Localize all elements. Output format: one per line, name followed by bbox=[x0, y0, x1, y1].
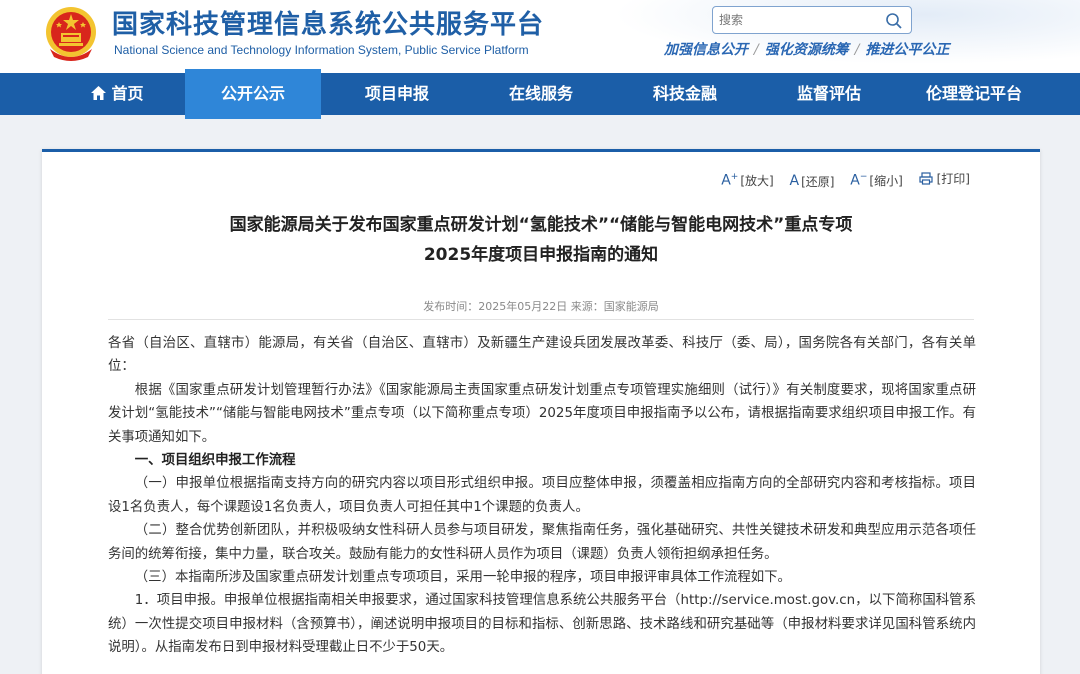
shrink-font-button[interactable]: A− [缩小] bbox=[850, 172, 903, 189]
slogan: 加强信息公开 / 强化资源统筹 / 推进公平公正 bbox=[664, 39, 949, 59]
article-body: 各省（自治区、直辖市）能源局，有关省（自治区、直辖市）及新疆生产建设兵团发展改革… bbox=[108, 332, 976, 660]
nav-item-ethics-registration[interactable]: 伦理登记平台 bbox=[910, 73, 1038, 115]
article-meta: 发布时间：2025年05月22日 来源：国家能源局 bbox=[108, 298, 974, 320]
search-box bbox=[712, 6, 912, 34]
font-enlarge-icon: A+ bbox=[721, 172, 739, 189]
slogan-item: 加强信息公开 bbox=[664, 42, 748, 58]
site-title[interactable]: 国家科技管理信息系统公共服务平台 bbox=[112, 4, 544, 41]
slogan-item: 推进公平公正 bbox=[865, 42, 950, 58]
site-header: 国家科技管理信息系统公共服务平台 National Science and Te… bbox=[0, 0, 1080, 73]
paragraph: （一）申报单位根据指南支持方向的研究内容以项目形式组织申报。项目应整体申报，须覆… bbox=[108, 476, 976, 515]
article-title-line-1: 国家能源局关于发布国家重点研发计划“氢能技术”“储能与智能电网技术”重点专项 bbox=[229, 215, 853, 235]
enlarge-font-button[interactable]: A+ [放大] bbox=[721, 172, 774, 189]
tool-label: [打印] bbox=[936, 172, 970, 186]
site-title-english: National Science and Technology Informat… bbox=[114, 43, 529, 57]
publish-info: 发布时间：2025年05月22日 来源：国家能源局 bbox=[423, 300, 659, 313]
tool-label: [还原] bbox=[801, 174, 835, 189]
nav-label: 监督评估 bbox=[796, 84, 861, 103]
font-shrink-icon: A− bbox=[850, 172, 868, 189]
slogan-separator: / bbox=[854, 42, 860, 58]
nav-item-online-services[interactable]: 在线服务 bbox=[486, 73, 596, 115]
slogan-separator: / bbox=[754, 42, 759, 58]
national-emblem-icon[interactable] bbox=[44, 5, 98, 63]
section-heading: 一、项目组织申报工作流程 bbox=[134, 453, 296, 469]
printer-icon bbox=[919, 172, 933, 185]
font-reset-icon: A bbox=[789, 173, 800, 189]
nav-label: 伦理登记平台 bbox=[925, 84, 1022, 103]
nav-label: 在线服务 bbox=[508, 84, 573, 103]
article-card: A+ [放大] A [还原] A− [缩小] [打印] 国家能源局关于发布国家重… bbox=[42, 149, 1040, 674]
paragraph: （二）整合优势创新团队，并积极吸纳女性科研人员参与项目研发，聚焦指南任务，强化基… bbox=[108, 523, 976, 562]
slogan-item: 强化资源统筹 bbox=[764, 42, 849, 58]
search-input[interactable] bbox=[719, 10, 879, 30]
tool-label: [放大] bbox=[740, 174, 774, 189]
print-button[interactable]: [打印] bbox=[919, 170, 970, 187]
nav-item-supervision-evaluation[interactable]: 监督评估 bbox=[774, 73, 884, 115]
nav-item-tech-finance[interactable]: 科技金融 bbox=[630, 73, 740, 115]
paragraph-addressee: 各省（自治区、直辖市）能源局，有关省（自治区、直辖市）及新疆生产建设兵团发展改革… bbox=[108, 336, 976, 375]
tool-label: [缩小] bbox=[869, 174, 903, 189]
search-icon[interactable] bbox=[885, 12, 903, 30]
main-nav: 首页 公开公示 项目申报 在线服务 科技金融 监督评估 伦理登记平台 bbox=[0, 69, 1080, 119]
nav-item-home[interactable]: 首页 bbox=[62, 73, 172, 115]
home-icon bbox=[91, 86, 107, 100]
paragraph: 根据《国家重点研发计划管理暂行办法》《国家能源局主责国家重点研发计划重点专项管理… bbox=[108, 382, 976, 445]
nav-label: 首页 bbox=[111, 84, 144, 103]
nav-label: 科技金融 bbox=[652, 84, 717, 103]
nav-item-project-application[interactable]: 项目申报 bbox=[342, 73, 452, 115]
nav-label: 项目申报 bbox=[364, 84, 429, 103]
nav-label: 公开公示 bbox=[220, 84, 285, 103]
paragraph: （三）本指南所涉及国家重点研发计划重点专项项目，采用一轮申报的程序，项目申报评审… bbox=[134, 570, 791, 586]
reset-font-button[interactable]: A [还原] bbox=[790, 173, 835, 190]
paragraph: 1．项目申报。申报单位根据指南相关申报要求，通过国家科技管理信息系统公共服务平台… bbox=[108, 593, 976, 656]
nav-item-public-notice[interactable]: 公开公示 bbox=[185, 69, 321, 119]
article-toolbar: A+ [放大] A [还原] A− [缩小] [打印] bbox=[709, 170, 970, 190]
article-title-line-2: 2025年度项目申报指南的通知 bbox=[423, 245, 659, 265]
